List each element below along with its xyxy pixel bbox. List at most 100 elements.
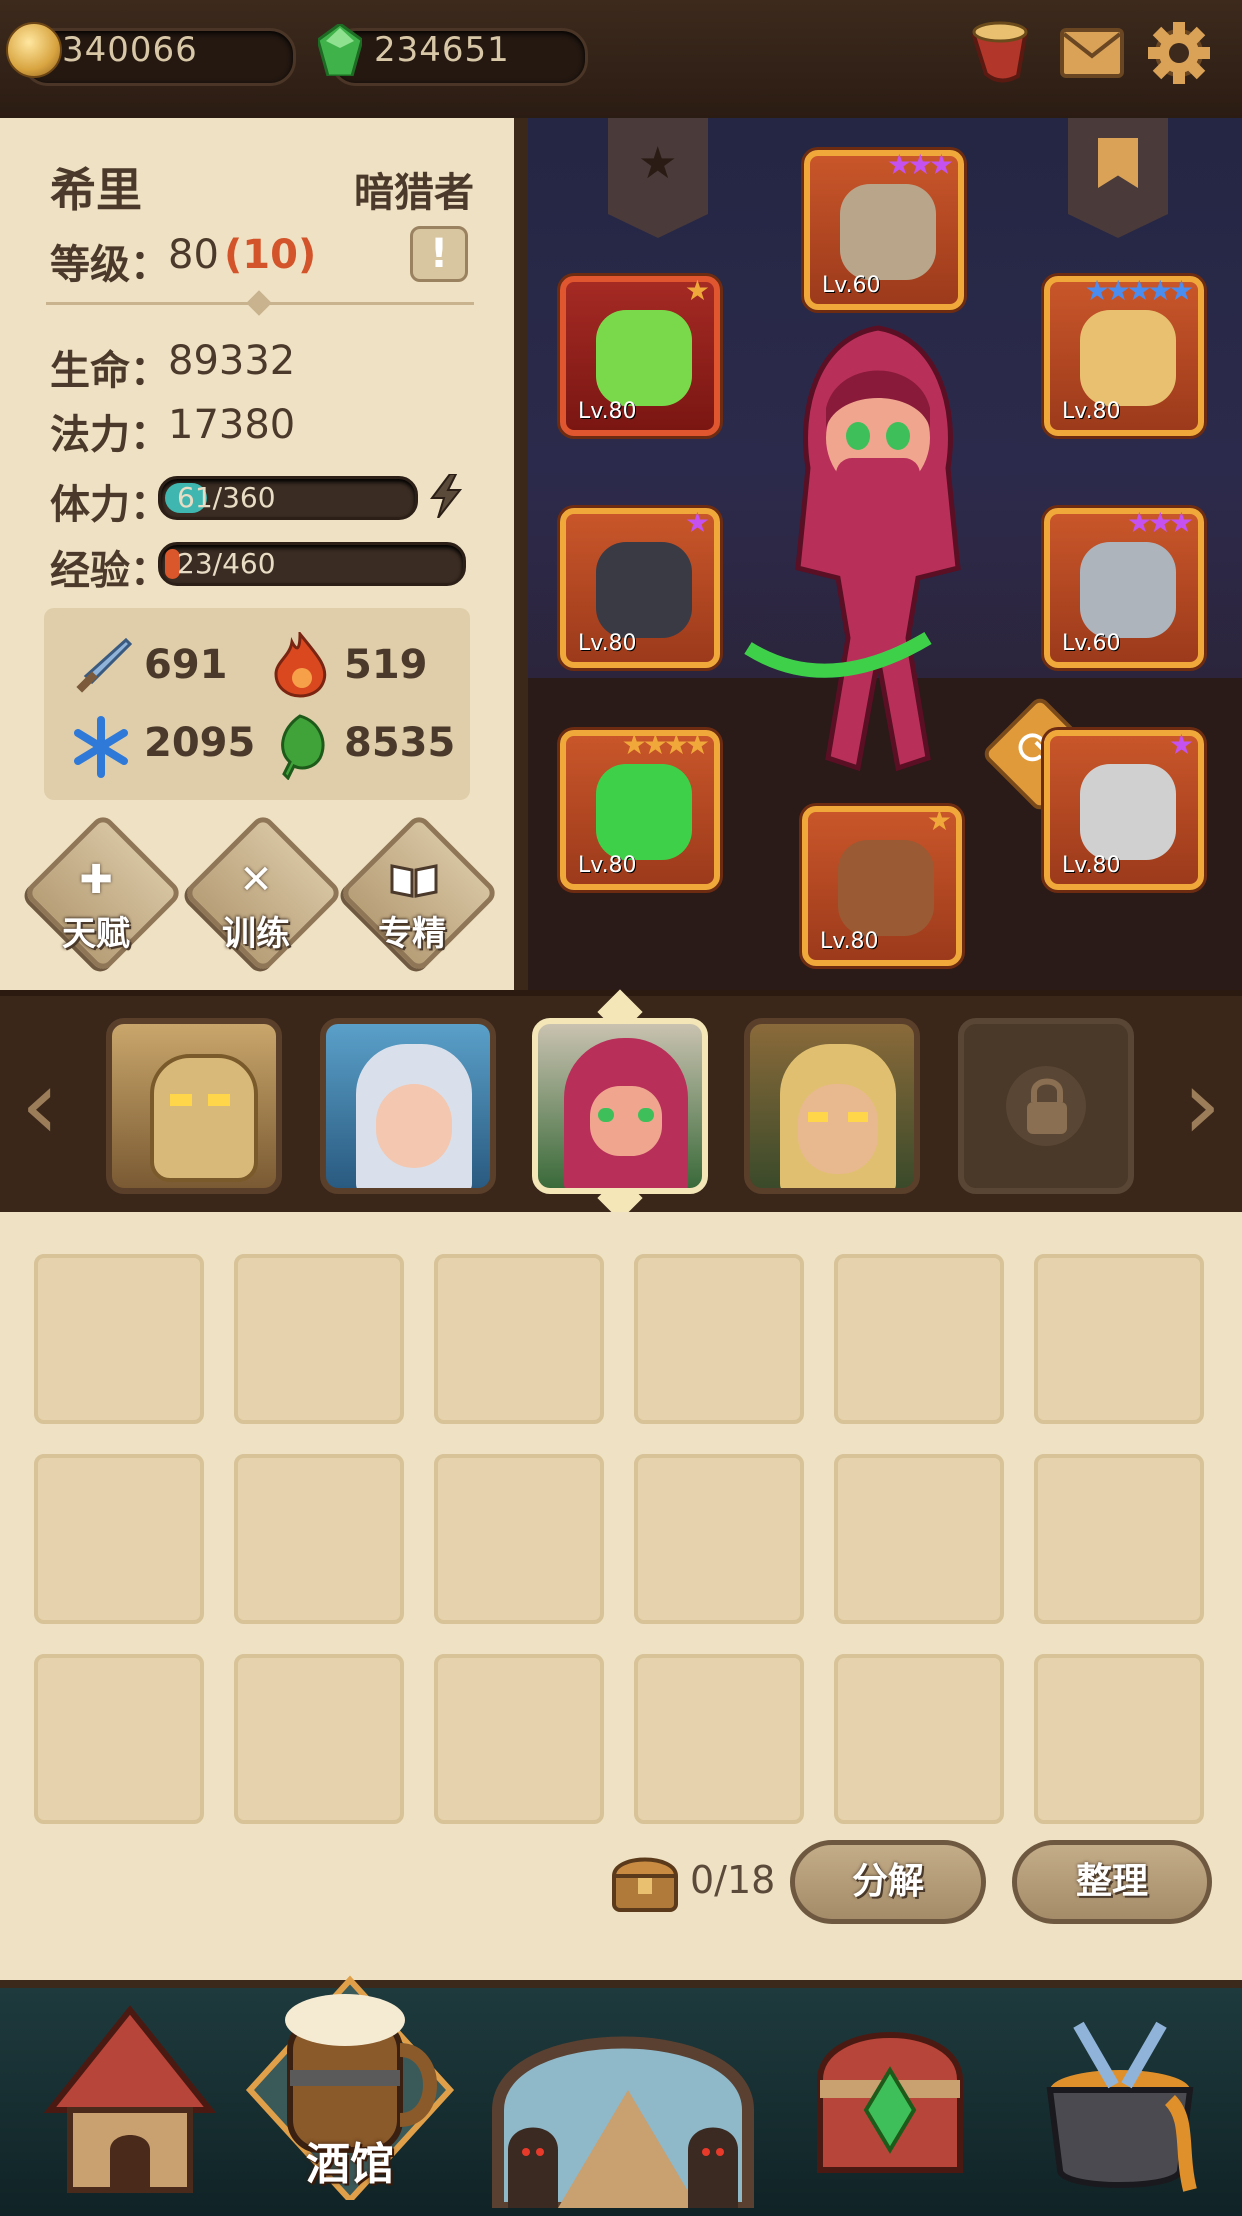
item-level: Lv.80 (1062, 399, 1121, 424)
star-rating: ★★★ (1126, 506, 1194, 539)
bag-slot[interactable] (1034, 1254, 1204, 1424)
mp-value: 17380 (168, 402, 296, 448)
castle-nav-icon[interactable] (30, 2000, 230, 2200)
item-level: Lv.60 (1062, 631, 1121, 656)
hero-portrait-elf[interactable] (744, 1018, 920, 1194)
equip-slot-amulet[interactable]: ★ Lv.80 (560, 274, 720, 436)
level-bonus: (10) (224, 232, 317, 278)
bag-slot[interactable] (34, 1654, 204, 1824)
adventure-portal-nav-icon[interactable] (478, 1980, 768, 2208)
star-rating: ★★★★ (621, 728, 710, 761)
fire-icon (274, 632, 327, 698)
sword-icon (76, 637, 132, 693)
helmet-item-icon (840, 184, 936, 280)
gold-amount: 340066 (62, 30, 198, 70)
lightning-icon[interactable] (426, 474, 466, 518)
offhand-item-icon (1080, 764, 1176, 860)
level-label: 等级： (50, 242, 170, 288)
armor-item-icon (1080, 542, 1176, 638)
next-hero-arrow-icon[interactable]: › (1172, 1050, 1232, 1160)
equip-slot-weapon[interactable]: ★★★★ Lv.80 (560, 728, 720, 890)
mail-icon[interactable] (1060, 26, 1124, 80)
stamina-text: 61/360 (177, 481, 276, 514)
equip-slot-gloves[interactable]: ★ Lv.80 (560, 506, 720, 668)
bag-slot[interactable] (434, 1654, 604, 1824)
bag-slot[interactable] (834, 1254, 1004, 1424)
bag-slot[interactable] (634, 1454, 804, 1624)
bag-slot[interactable] (1034, 1454, 1204, 1624)
bag-slot[interactable] (434, 1254, 604, 1424)
prev-hero-arrow-icon[interactable]: ‹ (10, 1050, 70, 1160)
fire-value: 519 (344, 642, 428, 688)
bag-slot[interactable] (834, 1454, 1004, 1624)
attack-value: 691 (144, 642, 228, 688)
boots-item-icon (838, 840, 934, 936)
equip-slot-armor[interactable]: ★★★ Lv.60 (1044, 506, 1204, 668)
book-icon (390, 864, 438, 898)
exp-text: 23/460 (177, 547, 276, 580)
hero-portrait-ice-mage[interactable] (320, 1018, 496, 1194)
item-level: Lv.80 (578, 631, 637, 656)
level-value: 80 (168, 232, 219, 278)
info-exclamation-button[interactable]: ! (410, 226, 468, 282)
locked-hero-slot[interactable] (958, 1018, 1134, 1194)
train-label: 训练 (222, 914, 290, 954)
mastery-label: 专精 (378, 914, 446, 954)
crossed-swords-icon: ✕ (239, 857, 273, 903)
bag-slot[interactable] (234, 1654, 404, 1824)
gloves-item-icon (596, 542, 692, 638)
nature-value: 8535 (344, 720, 456, 766)
decompose-button[interactable]: 分解 (790, 1840, 986, 1924)
green-gem-icon (318, 24, 362, 76)
equip-slot-ring[interactable]: ★★★★★ Lv.80 (1044, 274, 1204, 436)
star-rating: ★ (684, 506, 710, 539)
exp-bar: 23/460 (158, 542, 466, 586)
forge-cauldron-nav-icon[interactable] (1020, 2000, 1220, 2200)
bag-slot[interactable] (834, 1654, 1004, 1824)
tavern-label: 酒馆 (306, 2139, 394, 2190)
gear-icon[interactable] (1146, 20, 1212, 86)
star-rating: ★ (1168, 728, 1194, 761)
ring-item-icon (1080, 310, 1176, 406)
ice-value: 2095 (144, 720, 256, 766)
star-rating: ★ (926, 804, 952, 837)
hero-portrait-dark-hunter-selected[interactable] (532, 1018, 708, 1194)
gold-coin-icon (6, 22, 62, 78)
gem-amount: 234651 (374, 30, 510, 70)
bag-slot[interactable] (634, 1654, 804, 1824)
equip-slot-helmet[interactable]: ★★★ Lv.60 (804, 148, 964, 310)
hp-label: 生命： (50, 348, 170, 394)
bag-slot[interactable] (434, 1454, 604, 1624)
hero-class: 暗猎者 (354, 170, 474, 216)
weapon-item-icon (596, 764, 692, 860)
lock-icon (1027, 1078, 1067, 1134)
bookmark-banner[interactable] (1068, 118, 1168, 238)
hp-value: 89332 (168, 338, 296, 384)
bag-slot[interactable] (34, 1254, 204, 1424)
hero-figure (744, 325, 961, 772)
item-level: Lv.80 (1062, 853, 1121, 878)
leaf-icon (281, 714, 325, 780)
stamina-label: 体力： (50, 482, 170, 528)
item-level: Lv.80 (820, 929, 879, 954)
equip-slot-boots[interactable]: ★ Lv.80 (802, 804, 962, 966)
item-level: Lv.80 (578, 399, 637, 424)
mp-label: 法力： (50, 412, 170, 458)
exp-label: 经验： (50, 548, 170, 594)
item-level: Lv.60 (822, 273, 881, 298)
sort-button[interactable]: 整理 (1012, 1840, 1212, 1924)
bag-slot[interactable] (634, 1254, 804, 1424)
horn-icon[interactable] (968, 18, 1032, 88)
bag-slot[interactable] (234, 1254, 404, 1424)
star-rating: ★ (684, 274, 710, 307)
equip-slot-offhand[interactable]: ★ Lv.80 (1044, 728, 1204, 890)
chest-nav-icon[interactable] (790, 2000, 990, 2200)
bag-slot[interactable] (1034, 1654, 1204, 1824)
bag-capacity: 0/18 (690, 1858, 776, 1902)
hero-portrait-paladin[interactable] (106, 1018, 282, 1194)
star-icon: ★ (638, 138, 678, 189)
hero-name: 希里 (50, 163, 142, 217)
bag-slot[interactable] (34, 1454, 204, 1624)
talent-label: 天赋 (62, 914, 130, 954)
bag-slot[interactable] (234, 1454, 404, 1624)
